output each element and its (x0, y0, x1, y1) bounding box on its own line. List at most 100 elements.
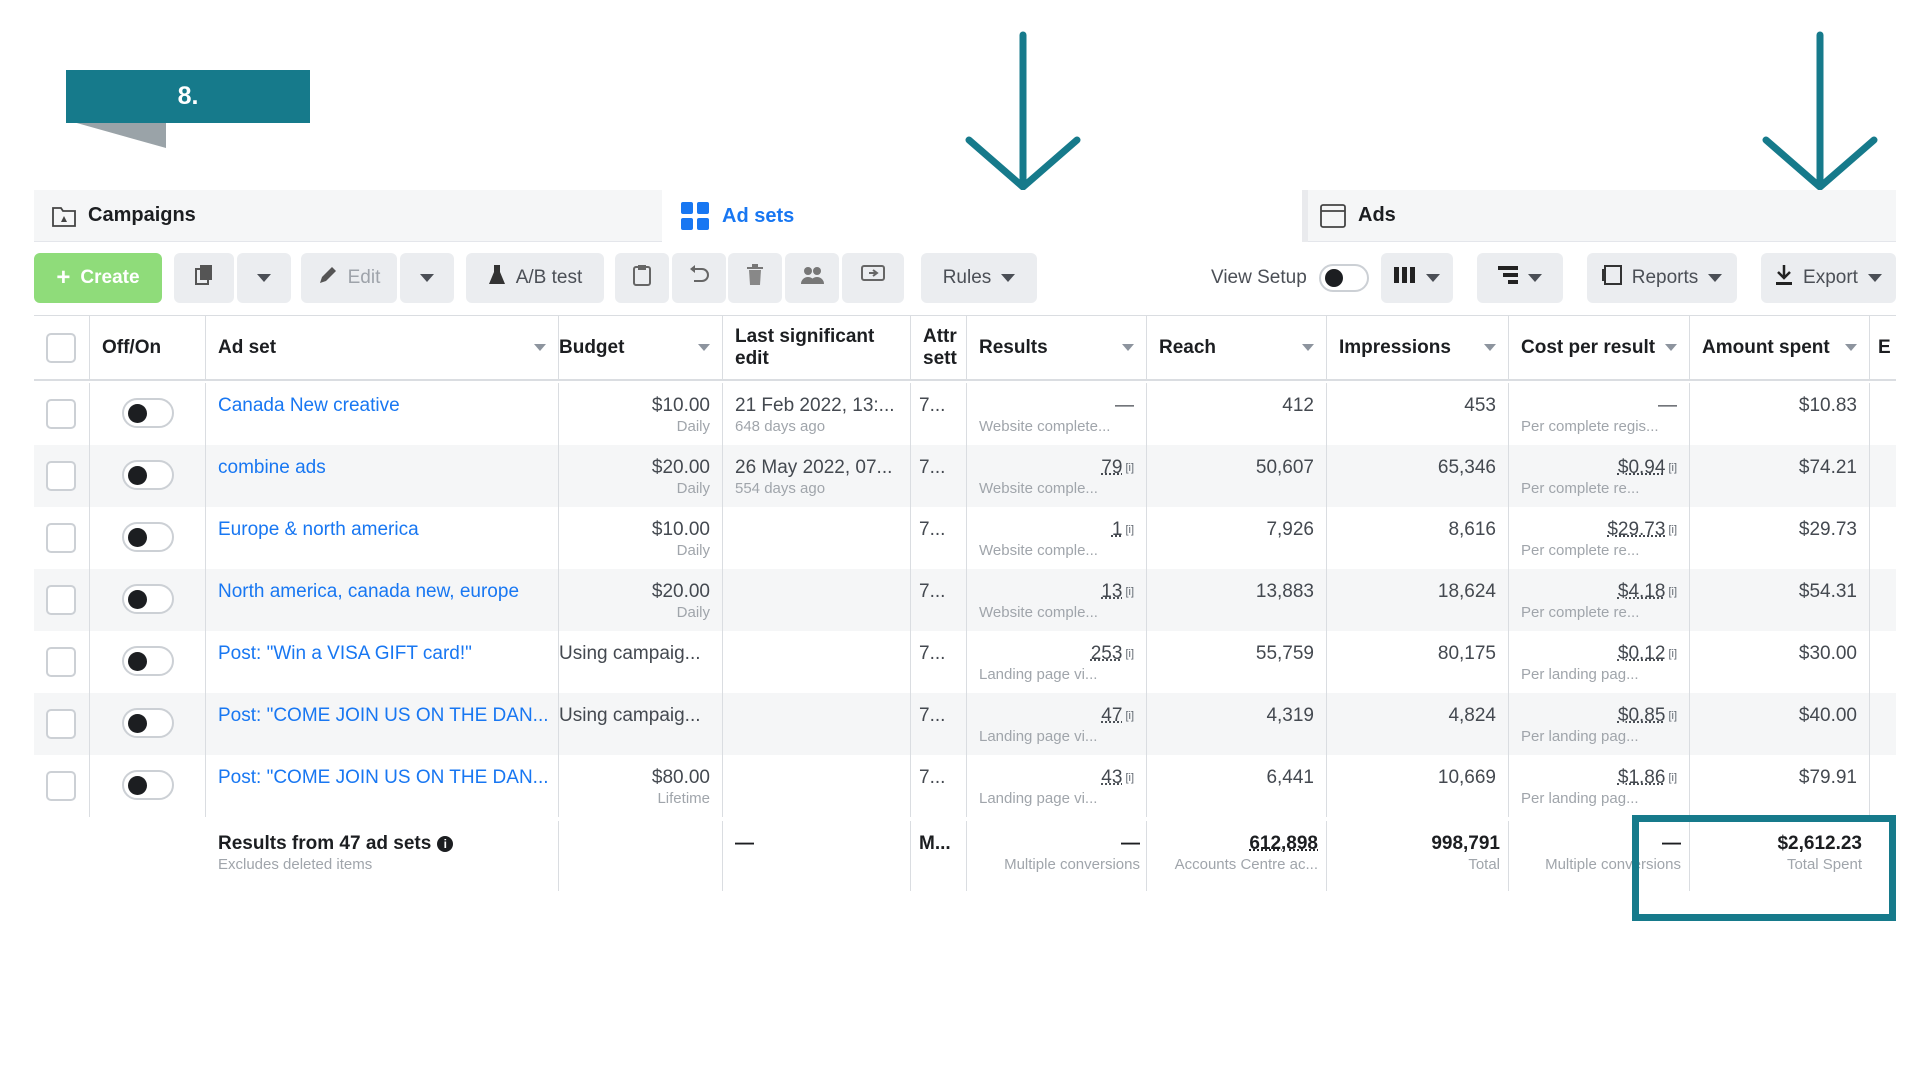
total-spent-highlight-box (1632, 815, 1896, 921)
table-row[interactable]: Europe & north america $10.00 Daily 7... 1 [i… (34, 507, 1896, 569)
reports-button[interactable]: Reports (1587, 253, 1737, 303)
table-row[interactable]: Post: "Win a VISA GIFT card!" Using campa… (34, 631, 1896, 693)
table-row[interactable]: Canada New creative $10.00 Daily 21 Feb 202… (34, 383, 1896, 445)
table-row[interactable]: North america, canada new, europe $20.00 D… (34, 569, 1896, 631)
results-value[interactable]: 79 (1101, 457, 1122, 478)
header-label: E (1878, 336, 1891, 358)
audience-button[interactable] (785, 253, 839, 303)
ad-set-toggle[interactable] (121, 522, 174, 552)
sort-icon[interactable] (1302, 344, 1314, 351)
attribution-value: 7... (919, 705, 946, 726)
row-impressions-cell: 4,824 (1327, 693, 1509, 755)
row-checkbox[interactable] (46, 399, 76, 429)
summary-reach[interactable]: 612,898 (1159, 833, 1318, 855)
header-budget[interactable]: Budget (559, 316, 723, 379)
sort-icon[interactable] (1665, 344, 1677, 351)
create-button[interactable]: + Create (34, 253, 162, 303)
sort-icon[interactable] (1484, 344, 1496, 351)
preview-button[interactable] (842, 253, 904, 303)
ad-set-name-link[interactable]: Post: "COME JOIN US ON THE DAN... (218, 767, 549, 789)
info-flag-icon: [i] (1125, 524, 1134, 536)
sort-icon[interactable] (1845, 344, 1857, 351)
ad-set-name-link[interactable]: Canada New creative (218, 395, 546, 417)
row-checkbox[interactable] (46, 461, 76, 491)
row-checkbox[interactable] (46, 709, 76, 739)
view-setup-toggle[interactable] (1318, 264, 1369, 292)
results-value[interactable]: 47 (1101, 705, 1122, 726)
cost-type: Per complete regis... (1521, 418, 1659, 435)
export-button[interactable]: Export (1761, 253, 1896, 303)
header-impressions[interactable]: Impressions (1327, 316, 1509, 379)
header-cost-per-result[interactable]: Cost per result (1509, 316, 1690, 379)
ad-set-toggle[interactable] (121, 584, 174, 614)
table-row[interactable]: Post: "COME JOIN US ON THE DAN... Using c… (34, 693, 1896, 755)
sort-icon[interactable] (1122, 344, 1134, 351)
ad-set-name-link[interactable]: Post: "Win a VISA GIFT card!" (218, 643, 546, 665)
header-results[interactable]: Results (967, 316, 1147, 379)
cost-value[interactable]: $1.86 (1618, 767, 1666, 788)
sort-icon[interactable] (698, 344, 710, 351)
tab-campaigns[interactable]: Campaigns (34, 190, 662, 242)
ab-test-button[interactable]: A/B test (466, 253, 604, 303)
ad-set-toggle[interactable] (121, 770, 174, 800)
header-ad-set[interactable]: Ad set (206, 316, 559, 379)
row-checkbox[interactable] (46, 647, 76, 677)
header-last-edit[interactable]: Last significant edit (723, 316, 911, 379)
row-reach-cell: 55,759 (1147, 631, 1327, 693)
ad-set-toggle[interactable] (121, 646, 174, 676)
info-flag-icon: [i] (1668, 586, 1677, 598)
select-all-checkbox[interactable] (46, 332, 76, 363)
cost-value[interactable]: $4.18 (1618, 581, 1666, 602)
breakdown-button[interactable] (1477, 253, 1563, 303)
delete-button[interactable] (728, 253, 782, 303)
header-attribution[interactable]: Attr sett (911, 316, 967, 379)
cost-value[interactable]: $0.12 (1618, 643, 1666, 664)
cost-value[interactable]: $29.73 (1607, 519, 1665, 540)
ad-set-toggle[interactable] (121, 460, 174, 490)
tab-ad-sets[interactable]: Ad sets (662, 190, 1302, 242)
row-reach-cell: 412 (1147, 383, 1327, 445)
rules-button[interactable]: Rules (921, 253, 1037, 303)
ad-set-name-link[interactable]: Post: "COME JOIN US ON THE DAN... (218, 705, 549, 727)
row-checkbox[interactable] (46, 523, 76, 553)
summary-budget-cell (559, 821, 723, 891)
header-reach[interactable]: Reach (1147, 316, 1327, 379)
ad-set-name-link[interactable]: combine ads (218, 457, 546, 479)
amount-spent-value: $29.73 (1798, 519, 1857, 540)
sort-icon[interactable] (534, 344, 546, 351)
results-value[interactable]: 253 (1091, 643, 1123, 664)
row-results-cell: 1 [i] Website comple... (967, 507, 1147, 569)
results-value[interactable]: 13 (1101, 581, 1122, 602)
chevron-down-icon (420, 274, 434, 282)
ad-set-name-link[interactable]: Europe & north america (218, 519, 546, 541)
info-icon[interactable]: i (437, 835, 454, 852)
header-extra[interactable]: E (1870, 316, 1896, 379)
cost-value[interactable]: $0.85 (1618, 705, 1666, 726)
edit-dropdown[interactable] (400, 253, 454, 303)
edit-button[interactable]: Edit (301, 253, 397, 303)
undo-button[interactable] (672, 253, 726, 303)
row-name-cell: Post: "COME JOIN US ON THE DAN... (206, 755, 559, 817)
clipboard-button[interactable] (615, 253, 669, 303)
cost-value[interactable]: $0.94 (1618, 457, 1666, 478)
beaker-icon (488, 264, 506, 292)
ad-set-name-link[interactable]: North america, canada new, europe (218, 581, 546, 603)
header-amount-spent[interactable]: Amount spent (1690, 316, 1870, 379)
duplicate-button[interactable] (174, 253, 234, 303)
row-results-cell: 79 [i] Website comple... (967, 445, 1147, 507)
people-icon (800, 265, 824, 291)
results-value[interactable]: 43 (1101, 767, 1122, 788)
results-value[interactable]: 1 (1112, 519, 1123, 540)
tab-label: Ad sets (722, 204, 795, 227)
columns-button[interactable] (1381, 253, 1453, 303)
table-row[interactable]: combine ads $20.00 Daily 26 May 2022, 07...… (34, 445, 1896, 507)
row-checkbox[interactable] (46, 585, 76, 615)
table-row[interactable]: Post: "COME JOIN US ON THE DAN... $80.00 L… (34, 755, 1896, 817)
row-attr-cell: 7... (911, 631, 967, 693)
duplicate-dropdown[interactable] (237, 253, 291, 303)
tab-ads[interactable]: Ads (1302, 190, 1896, 242)
ad-set-toggle[interactable] (121, 398, 174, 428)
row-checkbox[interactable] (46, 771, 76, 801)
attribution-value: 7... (919, 395, 946, 416)
ad-set-toggle[interactable] (121, 708, 174, 738)
